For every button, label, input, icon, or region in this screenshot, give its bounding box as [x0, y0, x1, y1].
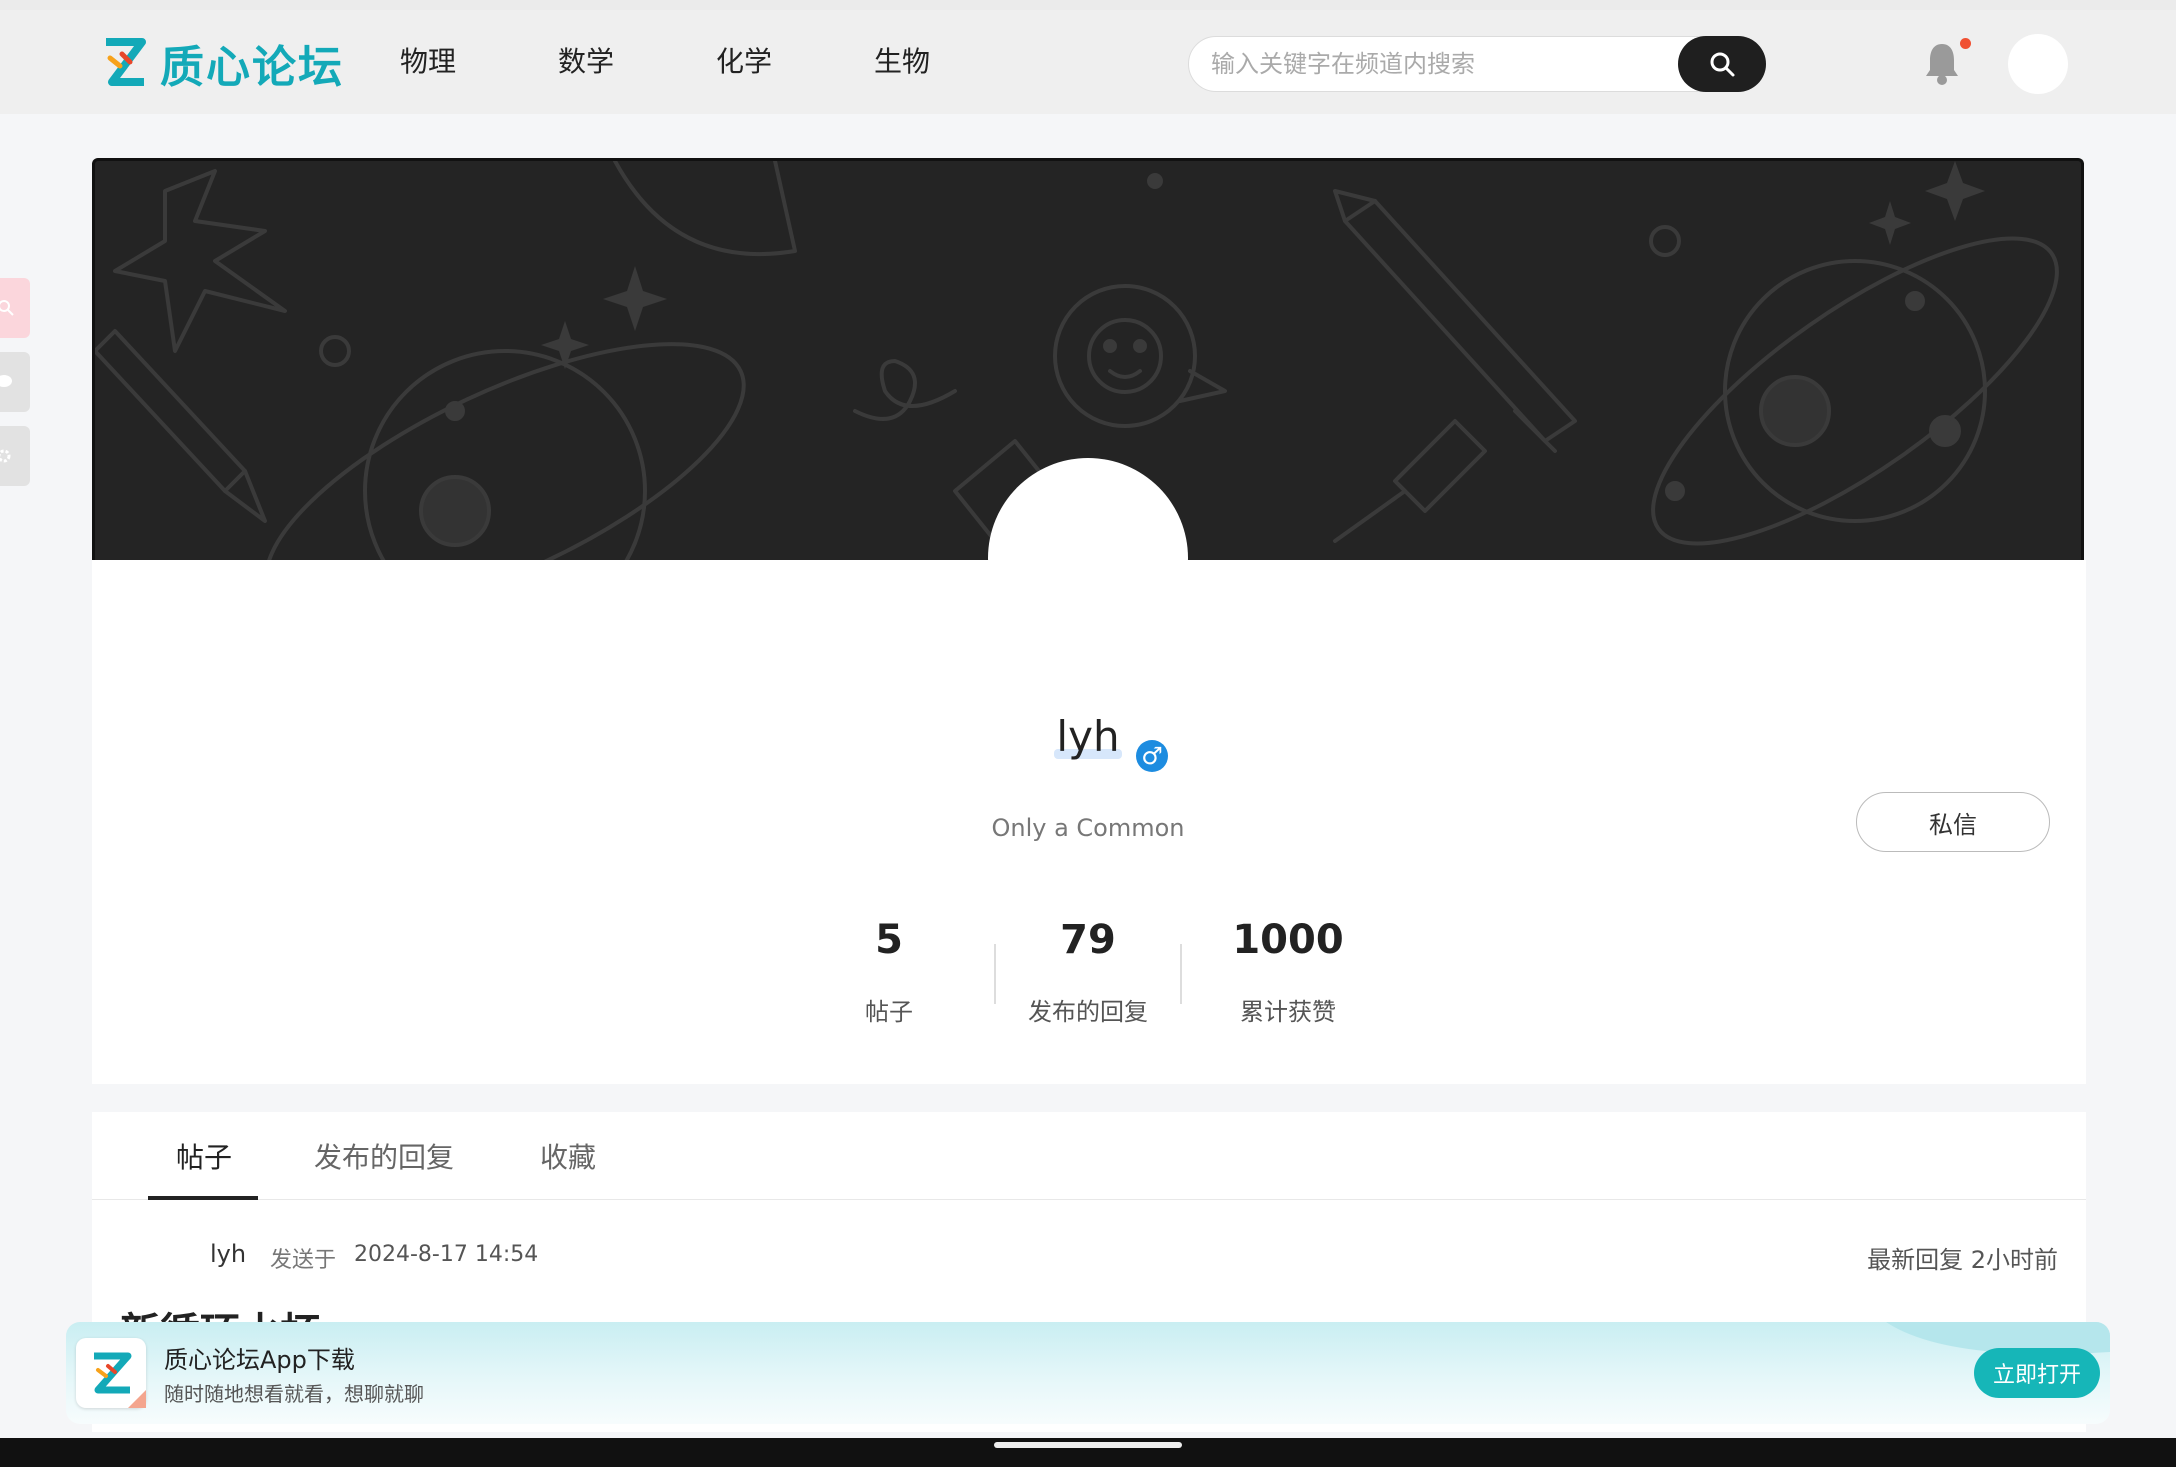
- post-sent-label: 发送于: [270, 1248, 337, 1273]
- nav-item-math[interactable]: 数学: [558, 40, 716, 84]
- open-app-button[interactable]: 立即打开: [1974, 1348, 2100, 1398]
- profile-bio: Only a Common: [991, 814, 1185, 842]
- profile-username: lyh: [0, 712, 2176, 761]
- home-indicator[interactable]: [994, 1442, 1182, 1448]
- active-tab-indicator: [148, 1196, 258, 1200]
- site-logo[interactable]: 质心论坛: [100, 34, 344, 93]
- stat-posts-label: 帖子: [865, 998, 913, 1026]
- tab-favorites[interactable]: 收藏: [540, 1136, 596, 1176]
- stat-posts[interactable]: 5 帖子: [789, 910, 989, 1027]
- status-strip: [0, 0, 2176, 10]
- side-tool-search[interactable]: [0, 278, 30, 338]
- chat-icon: [0, 375, 12, 387]
- logo-z-icon: [94, 1352, 146, 1408]
- gender-symbol: ♂: [1141, 742, 1163, 770]
- search-icon: [1710, 52, 1735, 77]
- app-banner-title: 质心论坛App下载: [164, 1346, 355, 1374]
- stat-replies-label: 发布的回复: [1028, 998, 1148, 1026]
- nav-item-chemistry[interactable]: 化学: [716, 40, 874, 84]
- username-wrap: lyh: [1054, 712, 1122, 761]
- app-download-banner: [66, 1322, 2110, 1424]
- search-box: [1188, 36, 1766, 92]
- gear-icon: [0, 449, 11, 463]
- bell-icon[interactable]: [1922, 40, 1962, 86]
- stat-replies[interactable]: 79 发布的回复: [988, 910, 1188, 1027]
- user-avatar[interactable]: [2008, 34, 2068, 94]
- app-banner-subtitle: 随时随地想看就看，想聊就聊: [164, 1382, 424, 1406]
- tab-replies[interactable]: 发布的回复: [314, 1136, 454, 1176]
- post-author[interactable]: lyh: [210, 1240, 246, 1268]
- profile-avatar: [988, 458, 1188, 658]
- banner-wave-decoration: [1886, 1322, 2110, 1354]
- stat-divider: [1180, 944, 1182, 1004]
- post-timestamp: 2024-8-17 14:54: [354, 1242, 539, 1267]
- nav-item-biology[interactable]: 生物: [874, 40, 1032, 84]
- nav-item-physics[interactable]: 物理: [400, 40, 558, 84]
- logo-z-icon: [106, 38, 146, 86]
- stat-posts-value: 5: [875, 917, 903, 963]
- stat-likes-value: 1000: [1232, 917, 1344, 963]
- stat-replies-value: 79: [1060, 917, 1116, 963]
- stat-likes-label: 累计获赞: [1240, 998, 1336, 1026]
- notification-dot: [1960, 38, 1971, 49]
- male-gender-icon: ♂: [1136, 740, 1168, 772]
- side-tool-chat[interactable]: [0, 352, 30, 412]
- tab-posts[interactable]: 帖子: [176, 1136, 232, 1176]
- search-icon: [0, 300, 14, 316]
- stat-likes[interactable]: 1000 累计获赞: [1188, 910, 1388, 1027]
- main-nav: 物理 数学 化学 生物: [400, 40, 1032, 84]
- private-message-button[interactable]: 私信: [1856, 792, 2050, 852]
- side-tool-settings[interactable]: [0, 426, 30, 486]
- search-button[interactable]: [1678, 36, 1766, 92]
- post-latest-reply: 最新回复 2小时前: [1867, 1246, 2058, 1274]
- username-text: lyh: [1056, 712, 1120, 761]
- brand-name: 质心论坛: [160, 42, 344, 93]
- search-input[interactable]: [1211, 37, 1651, 91]
- app-icon[interactable]: [76, 1338, 146, 1408]
